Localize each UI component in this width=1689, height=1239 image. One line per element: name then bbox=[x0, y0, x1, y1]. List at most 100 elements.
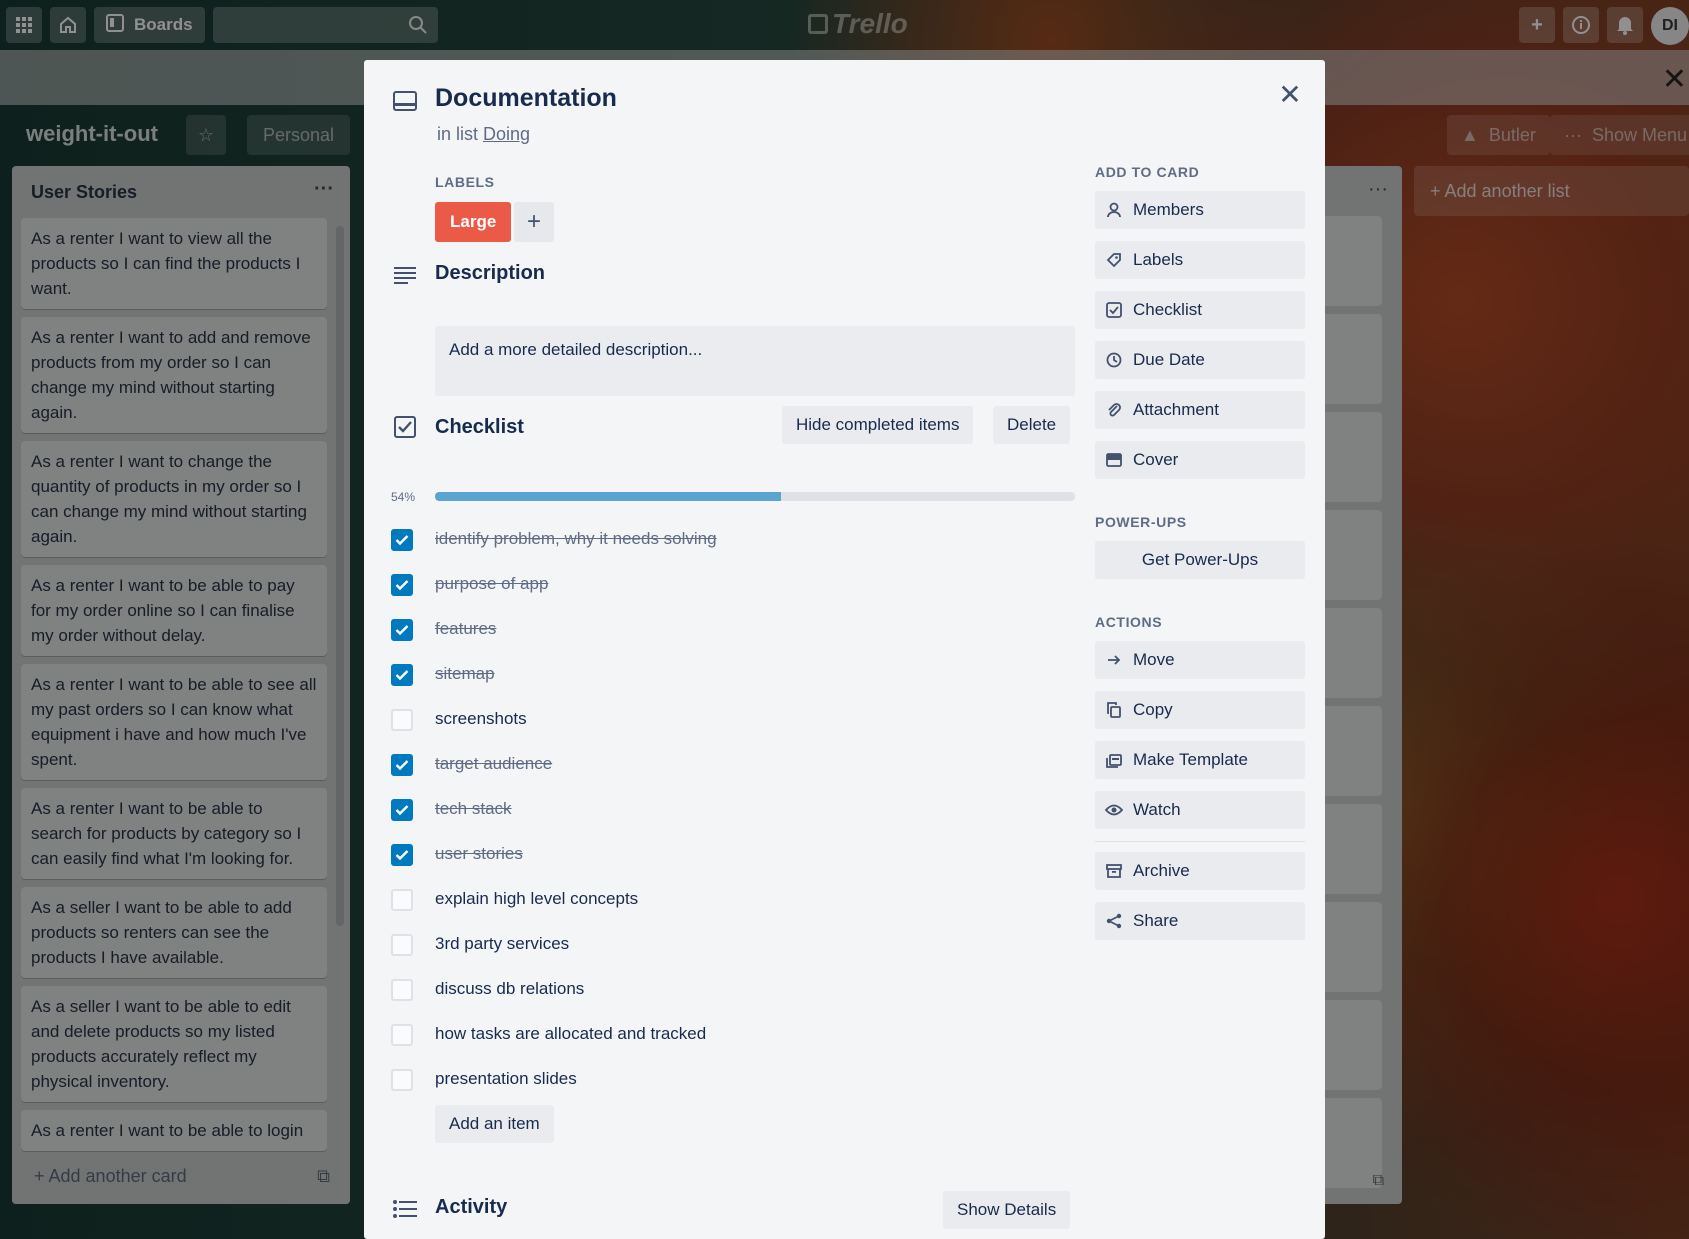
watch-label: Watch bbox=[1133, 800, 1181, 819]
checkmark-icon bbox=[395, 850, 409, 861]
checklist-item[interactable]: features bbox=[391, 618, 496, 642]
cover-icon bbox=[1105, 451, 1123, 469]
checklist-item[interactable]: user stories bbox=[391, 843, 523, 867]
checklist-item[interactable]: discuss db relations bbox=[391, 978, 584, 1002]
card-title[interactable]: Documentation bbox=[435, 84, 617, 113]
checkmark-icon bbox=[395, 625, 409, 636]
checklist-item-checkbox[interactable] bbox=[391, 799, 413, 821]
add-item-button[interactable]: Add an item bbox=[435, 1105, 554, 1143]
activity-heading: Activity bbox=[435, 1196, 508, 1218]
checkbox-icon bbox=[1105, 301, 1123, 319]
checklist-item-text[interactable]: explain high level concepts bbox=[435, 889, 638, 909]
cover-label: Cover bbox=[1133, 450, 1179, 469]
card-detail-modal: ✕ Documentation in list Doing LABELS Lar… bbox=[364, 60, 1325, 1239]
checklist-item-checkbox[interactable] bbox=[391, 979, 413, 1001]
checkmark-icon bbox=[395, 805, 409, 816]
checklist-item[interactable]: target audience bbox=[391, 753, 552, 777]
description-input[interactable]: Add a more detailed description... bbox=[435, 326, 1075, 396]
due-date-label: Due Date bbox=[1133, 350, 1205, 369]
labels-label: Labels bbox=[1133, 250, 1184, 269]
template-icon bbox=[1105, 751, 1123, 769]
checklist-item-checkbox[interactable] bbox=[391, 574, 413, 596]
checklist-item-text[interactable]: features bbox=[435, 619, 496, 639]
checklist-item[interactable]: how tasks are allocated and tracked bbox=[391, 1023, 706, 1047]
checklist-item-text[interactable]: sitemap bbox=[435, 664, 495, 684]
move-button[interactable]: Move bbox=[1095, 641, 1305, 679]
checklist-item-checkbox[interactable] bbox=[391, 664, 413, 686]
checklist-item-text[interactable]: user stories bbox=[435, 844, 523, 864]
checklist-item[interactable]: presentation slides bbox=[391, 1068, 577, 1092]
add-label-button[interactable]: + bbox=[514, 202, 554, 242]
progress-percent: 54% bbox=[391, 490, 416, 504]
in-list-text: in list Doing bbox=[437, 124, 530, 145]
checklist-item[interactable]: tech stack bbox=[391, 798, 512, 822]
description-heading: Description bbox=[435, 262, 546, 284]
watch-button[interactable]: Watch bbox=[1095, 791, 1305, 829]
checklist-item[interactable]: purpose of app bbox=[391, 573, 548, 597]
list-link[interactable]: Doing bbox=[483, 124, 530, 144]
description-icon bbox=[390, 260, 420, 290]
archive-label: Archive bbox=[1133, 861, 1190, 880]
sidebar-divider bbox=[1095, 841, 1305, 842]
checklist-progress-fill bbox=[435, 492, 781, 501]
checklist-item-text[interactable]: tech stack bbox=[435, 799, 512, 819]
checklist-item[interactable]: 3rd party services bbox=[391, 933, 569, 957]
checklist-item-text[interactable]: purpose of app bbox=[435, 574, 548, 594]
show-details-button[interactable]: Show Details bbox=[943, 1191, 1071, 1229]
checklist-item-text[interactable]: identify problem, why it needs solving bbox=[435, 529, 717, 549]
labels-heading: LABELS bbox=[435, 174, 495, 190]
checklist-item-text[interactable]: discuss db relations bbox=[435, 979, 584, 999]
members-label: Members bbox=[1133, 200, 1204, 219]
copy-icon bbox=[1105, 701, 1123, 719]
cover-button[interactable]: Cover bbox=[1095, 441, 1305, 479]
get-powerups-button[interactable]: Get Power-Ups bbox=[1095, 541, 1305, 579]
checklist-item-checkbox[interactable] bbox=[391, 1069, 413, 1091]
checklist-item[interactable]: explain high level concepts bbox=[391, 888, 638, 912]
checklist-item-text[interactable]: 3rd party services bbox=[435, 934, 569, 954]
archive-button[interactable]: Archive bbox=[1095, 852, 1305, 890]
checklist-item-checkbox[interactable] bbox=[391, 754, 413, 776]
checklist-item-checkbox[interactable] bbox=[391, 619, 413, 641]
share-label: Share bbox=[1133, 911, 1179, 930]
delete-checklist-button[interactable]: Delete bbox=[993, 406, 1071, 444]
checklist-item-text[interactable]: how tasks are allocated and tracked bbox=[435, 1024, 706, 1044]
checkmark-icon bbox=[395, 580, 409, 591]
members-button[interactable]: Members bbox=[1095, 191, 1305, 229]
copy-label: Copy bbox=[1133, 700, 1173, 719]
copy-button[interactable]: Copy bbox=[1095, 691, 1305, 729]
in-list-prefix: in list bbox=[437, 124, 479, 144]
checklist-item-checkbox[interactable] bbox=[391, 709, 413, 731]
close-modal-button[interactable]: ✕ bbox=[1272, 76, 1308, 112]
add-to-card-heading: ADD TO CARD bbox=[1095, 164, 1200, 180]
make-template-label: Make Template bbox=[1133, 750, 1248, 769]
checklist-item-text[interactable]: screenshots bbox=[435, 709, 527, 729]
share-button[interactable]: Share bbox=[1095, 902, 1305, 940]
checklist-item-text[interactable]: target audience bbox=[435, 754, 552, 774]
checklist-item-checkbox[interactable] bbox=[391, 889, 413, 911]
checklist-item-checkbox[interactable] bbox=[391, 844, 413, 866]
attachment-button[interactable]: Attachment bbox=[1095, 391, 1305, 429]
checkmark-icon bbox=[395, 760, 409, 771]
checklist-progress-bar bbox=[435, 492, 1075, 501]
checklist-item[interactable]: sitemap bbox=[391, 663, 495, 687]
due-date-button[interactable]: Due Date bbox=[1095, 341, 1305, 379]
labels-button[interactable]: Labels bbox=[1095, 241, 1305, 279]
checklist-icon bbox=[390, 412, 420, 442]
archive-icon bbox=[1105, 862, 1123, 880]
checkmark-icon bbox=[395, 670, 409, 681]
actions-heading: ACTIONS bbox=[1095, 614, 1163, 630]
checklist-item-checkbox[interactable] bbox=[391, 934, 413, 956]
checklist-item-text[interactable]: presentation slides bbox=[435, 1069, 577, 1089]
close-icon: ✕ bbox=[1278, 78, 1302, 110]
label-chip[interactable]: Large bbox=[435, 202, 512, 242]
checklist-heading[interactable]: Checklist bbox=[435, 416, 524, 439]
make-template-button[interactable]: Make Template bbox=[1095, 741, 1305, 779]
hide-completed-button[interactable]: Hide completed items bbox=[782, 406, 974, 444]
checklist-item[interactable]: identify problem, why it needs solving bbox=[391, 528, 717, 552]
checklist-item-checkbox[interactable] bbox=[391, 529, 413, 551]
checklist-item-checkbox[interactable] bbox=[391, 1024, 413, 1046]
checklist-button[interactable]: Checklist bbox=[1095, 291, 1305, 329]
clock-icon bbox=[1105, 351, 1123, 369]
attachment-label: Attachment bbox=[1133, 400, 1219, 419]
checklist-item[interactable]: screenshots bbox=[391, 708, 527, 732]
